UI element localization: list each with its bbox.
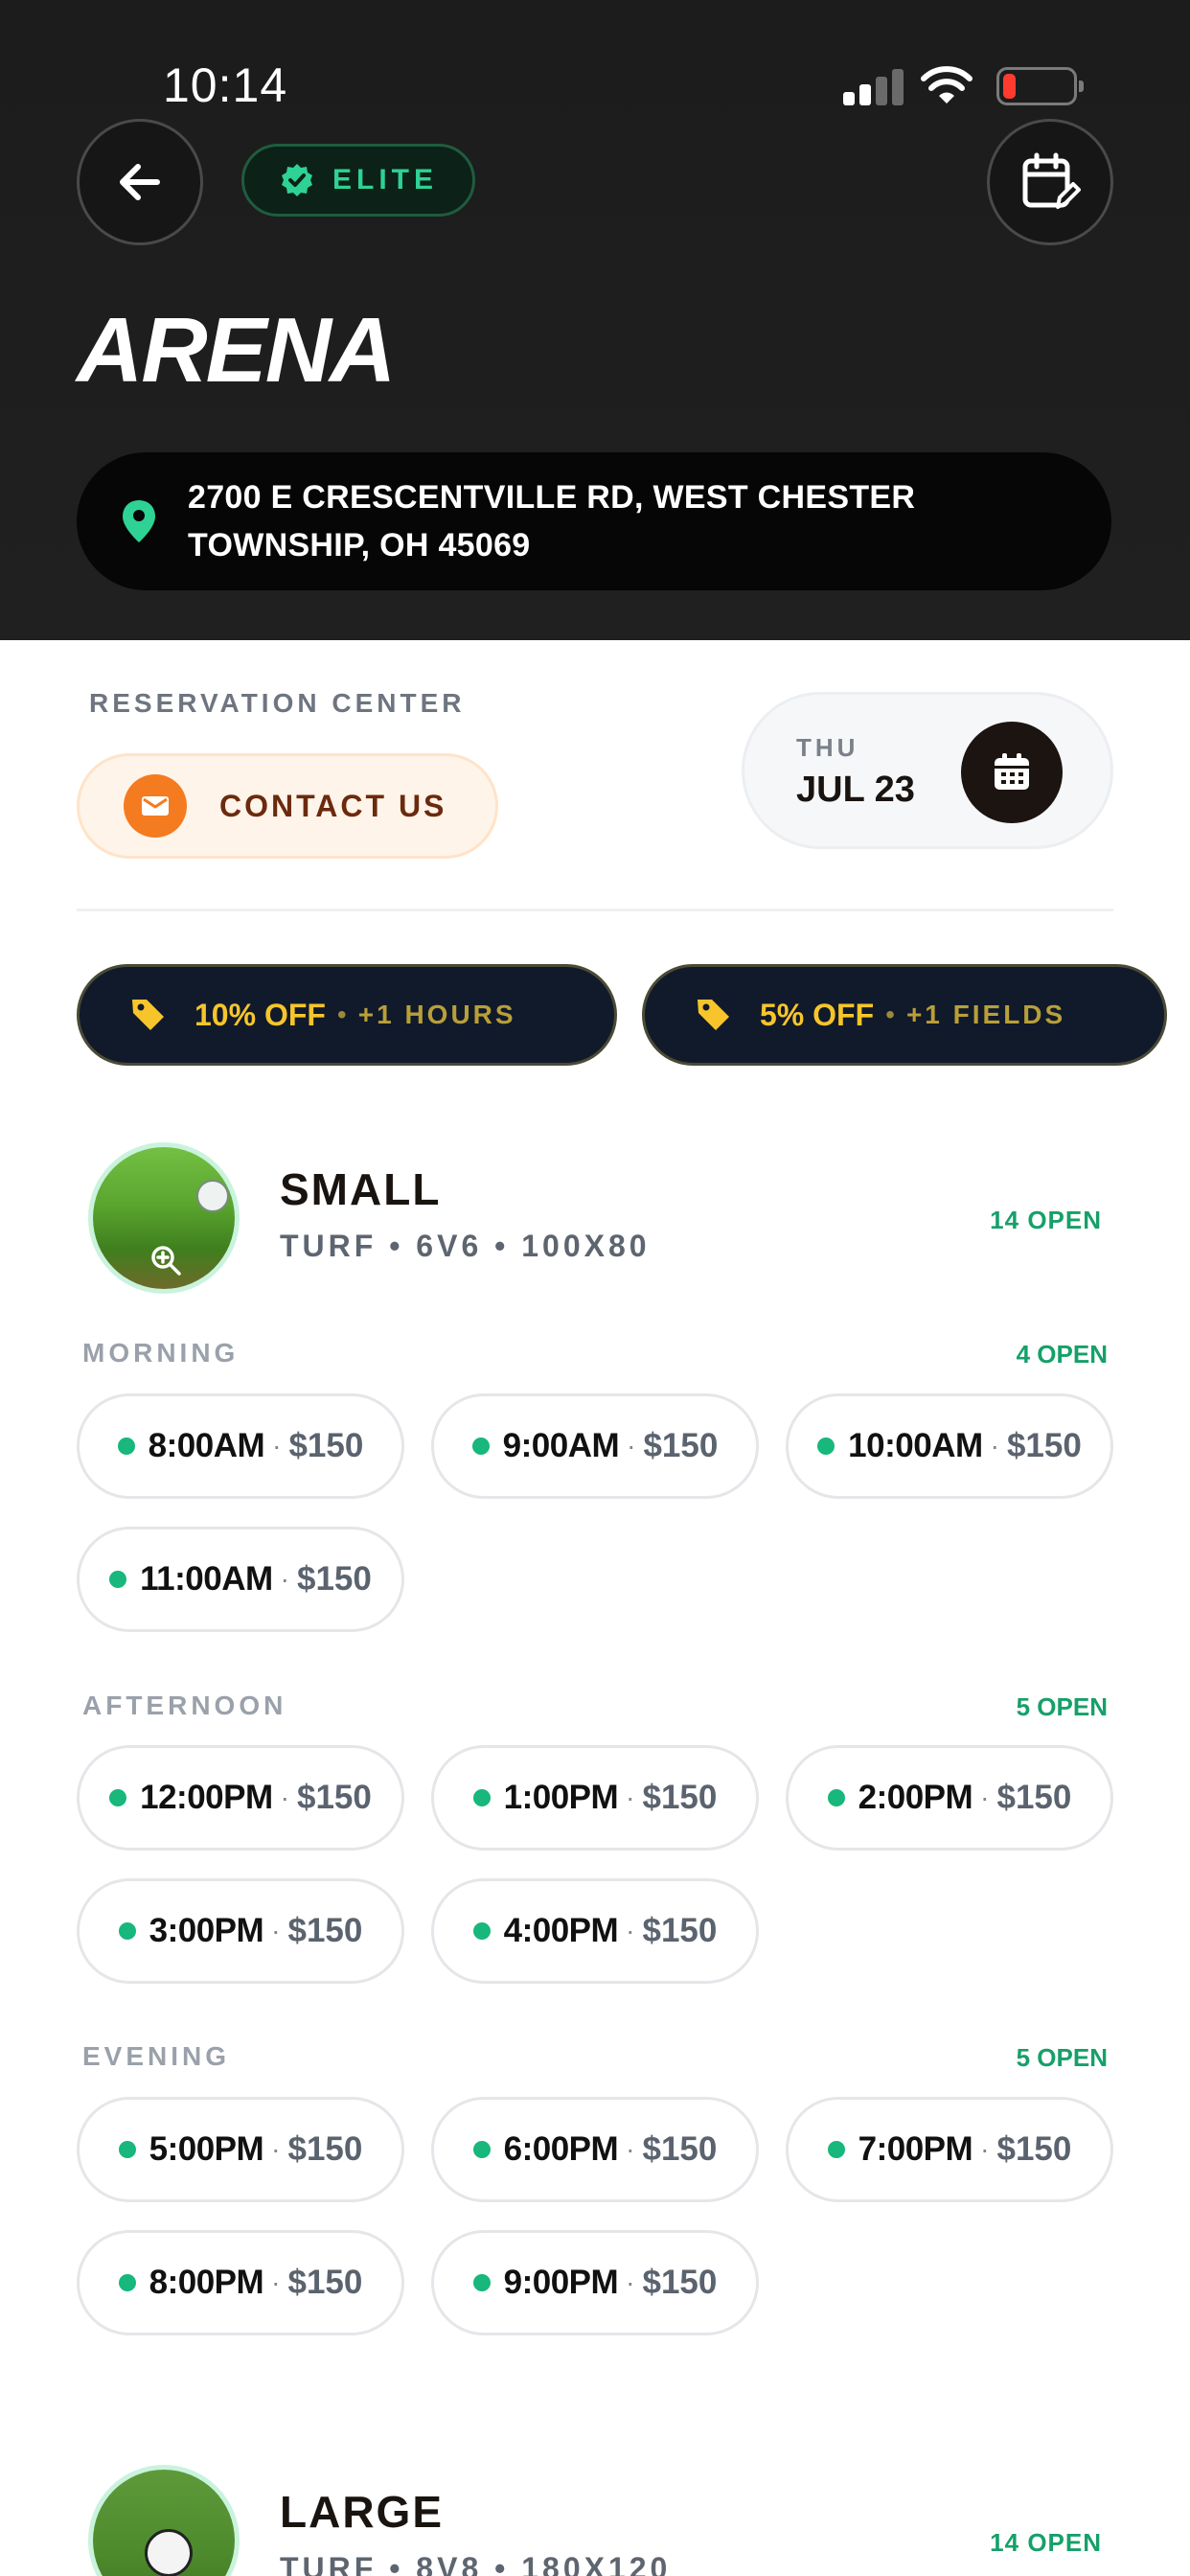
- date-picker[interactable]: THU JUL 23: [742, 692, 1113, 849]
- slot-time: 6:00PM: [503, 2130, 619, 2168]
- time-slot[interactable]: 4:00PM · $150: [431, 1878, 759, 1984]
- slot-time: 8:00PM: [149, 2264, 264, 2301]
- field-name: SMALL: [280, 1164, 442, 1214]
- field-photo[interactable]: [88, 1142, 240, 1294]
- back-button[interactable]: [77, 119, 203, 245]
- battery-icon: [996, 67, 1084, 105]
- slot-time: 2:00PM: [858, 1779, 973, 1816]
- slot-price: $150: [642, 2264, 718, 2301]
- slot-time: 7:00PM: [858, 2130, 973, 2168]
- zoom-in-icon: [151, 1246, 181, 1276]
- slot-time: 3:00PM: [149, 1912, 264, 1949]
- slot-time: 9:00AM: [502, 1427, 620, 1464]
- wifi-icon: [921, 66, 973, 104]
- cellular-signal-icon: [843, 67, 904, 105]
- time-slot[interactable]: 3:00PM · $150: [77, 1878, 404, 1984]
- contact-us-label: CONTACT US: [219, 788, 447, 823]
- promo-condition: +1 FIELDS: [905, 1000, 1066, 1029]
- slot-price: $150: [287, 1912, 363, 1949]
- promo-chip[interactable]: 5% OFF • +1 FIELDS: [642, 964, 1167, 1066]
- time-slot[interactable]: 9:00PM · $150: [431, 2230, 759, 2335]
- time-slot[interactable]: 9:00AM · $150: [431, 1393, 759, 1499]
- promo-separator: •: [336, 1000, 347, 1029]
- slot-price: $150: [642, 2130, 718, 2168]
- slot-time: 10:00AM: [848, 1427, 983, 1464]
- slot-time: 11:00AM: [140, 1560, 273, 1598]
- arrow-left-icon: [120, 164, 160, 200]
- time-slot[interactable]: 12:00PM · $150: [77, 1745, 404, 1851]
- period-open-count: 5 OPEN: [1016, 1692, 1108, 1721]
- slot-time: 8:00AM: [148, 1427, 265, 1464]
- field-open-count: 14 OPEN: [990, 1206, 1102, 1234]
- contact-us-button[interactable]: CONTACT US: [77, 753, 498, 859]
- field-name: LARGE: [280, 2487, 444, 2537]
- slot-price: $150: [296, 1779, 372, 1816]
- time-slot[interactable]: 7:00PM · $150: [786, 2097, 1113, 2202]
- calendar-edit-button[interactable]: [987, 119, 1113, 245]
- price-tag-icon: [132, 1000, 164, 1030]
- promo-discount: 5% OFF: [760, 997, 875, 1032]
- slot-price: $150: [1006, 1427, 1082, 1464]
- promo-discount: 10% OFF: [195, 997, 326, 1032]
- field-specs: TURF • 6V6 • 100X80: [280, 1229, 651, 1263]
- period-label-morning: MORNING: [82, 1338, 240, 1368]
- venue-title: ARENA: [77, 299, 396, 402]
- field-open-count: 14 OPEN: [990, 2528, 1102, 2557]
- slot-time: 12:00PM: [140, 1779, 273, 1816]
- slot-time: 1:00PM: [503, 1779, 619, 1816]
- slot-price: $150: [642, 1779, 718, 1816]
- promo-condition: +1 HOURS: [357, 1000, 516, 1029]
- time-slot[interactable]: 11:00AM · $150: [77, 1527, 404, 1632]
- calendar-icon: [995, 753, 1029, 790]
- selected-day: THU: [796, 733, 859, 762]
- time-slot[interactable]: 2:00PM · $150: [786, 1745, 1113, 1851]
- selected-date: JUL 23: [796, 770, 915, 810]
- time-slot[interactable]: 8:00AM · $150: [77, 1393, 404, 1499]
- slot-price: $150: [288, 1427, 364, 1464]
- time-slot[interactable]: 10:00AM · $150: [786, 1393, 1113, 1499]
- period-open-count: 5 OPEN: [1016, 2043, 1108, 2072]
- slot-price: $150: [643, 1427, 719, 1464]
- promo-separator: •: [885, 1000, 895, 1029]
- elite-badge: ELITE: [241, 144, 475, 217]
- status-bar-time: 10:14: [163, 58, 288, 112]
- slot-price: $150: [287, 2130, 363, 2168]
- slot-price: $150: [287, 2264, 363, 2301]
- period-label-afternoon: AFTERNOON: [82, 1690, 287, 1720]
- time-slot[interactable]: 1:00PM · $150: [431, 1745, 759, 1851]
- slot-price: $150: [642, 1912, 718, 1949]
- time-slot[interactable]: 6:00PM · $150: [431, 2097, 759, 2202]
- field-photo[interactable]: [88, 2465, 240, 2576]
- calendar-edit-icon: [1022, 152, 1081, 209]
- address-line-2: TOWNSHIP, OH 45069: [188, 527, 531, 564]
- map-pin-icon: [123, 500, 155, 542]
- field-specs: TURF • 8V8 • 180X120: [280, 2551, 672, 2576]
- period-label-evening: EVENING: [82, 2041, 231, 2071]
- period-open-count: 4 OPEN: [1016, 1340, 1108, 1368]
- venue-address[interactable]: 2700 E CRESCENTVILLE RD, WEST CHESTER TO…: [77, 452, 1111, 590]
- mail-icon: [124, 774, 187, 838]
- calendar-button[interactable]: [961, 722, 1063, 823]
- address-line-1: 2700 E CRESCENTVILLE RD, WEST CHESTER: [188, 479, 916, 516]
- slot-time: 5:00PM: [149, 2130, 264, 2168]
- verified-badge-icon: [282, 164, 312, 196]
- reservation-center-label: RESERVATION CENTER: [89, 688, 466, 718]
- slot-price: $150: [996, 2130, 1072, 2168]
- venue-header: 10:14 ELITE ARENA 2700 E CRESCENTVILLE R…: [0, 0, 1190, 640]
- slot-price: $150: [996, 1779, 1072, 1816]
- slot-price: $150: [296, 1560, 372, 1598]
- time-slot[interactable]: 5:00PM · $150: [77, 2097, 404, 2202]
- section-divider: [77, 908, 1113, 911]
- elite-badge-label: ELITE: [332, 164, 439, 196]
- slot-time: 4:00PM: [503, 1912, 619, 1949]
- promo-chip[interactable]: 10% OFF • +1 HOURS: [77, 964, 617, 1066]
- price-tag-icon: [698, 1000, 729, 1030]
- time-slot[interactable]: 8:00PM · $150: [77, 2230, 404, 2335]
- slot-time: 9:00PM: [503, 2264, 619, 2301]
